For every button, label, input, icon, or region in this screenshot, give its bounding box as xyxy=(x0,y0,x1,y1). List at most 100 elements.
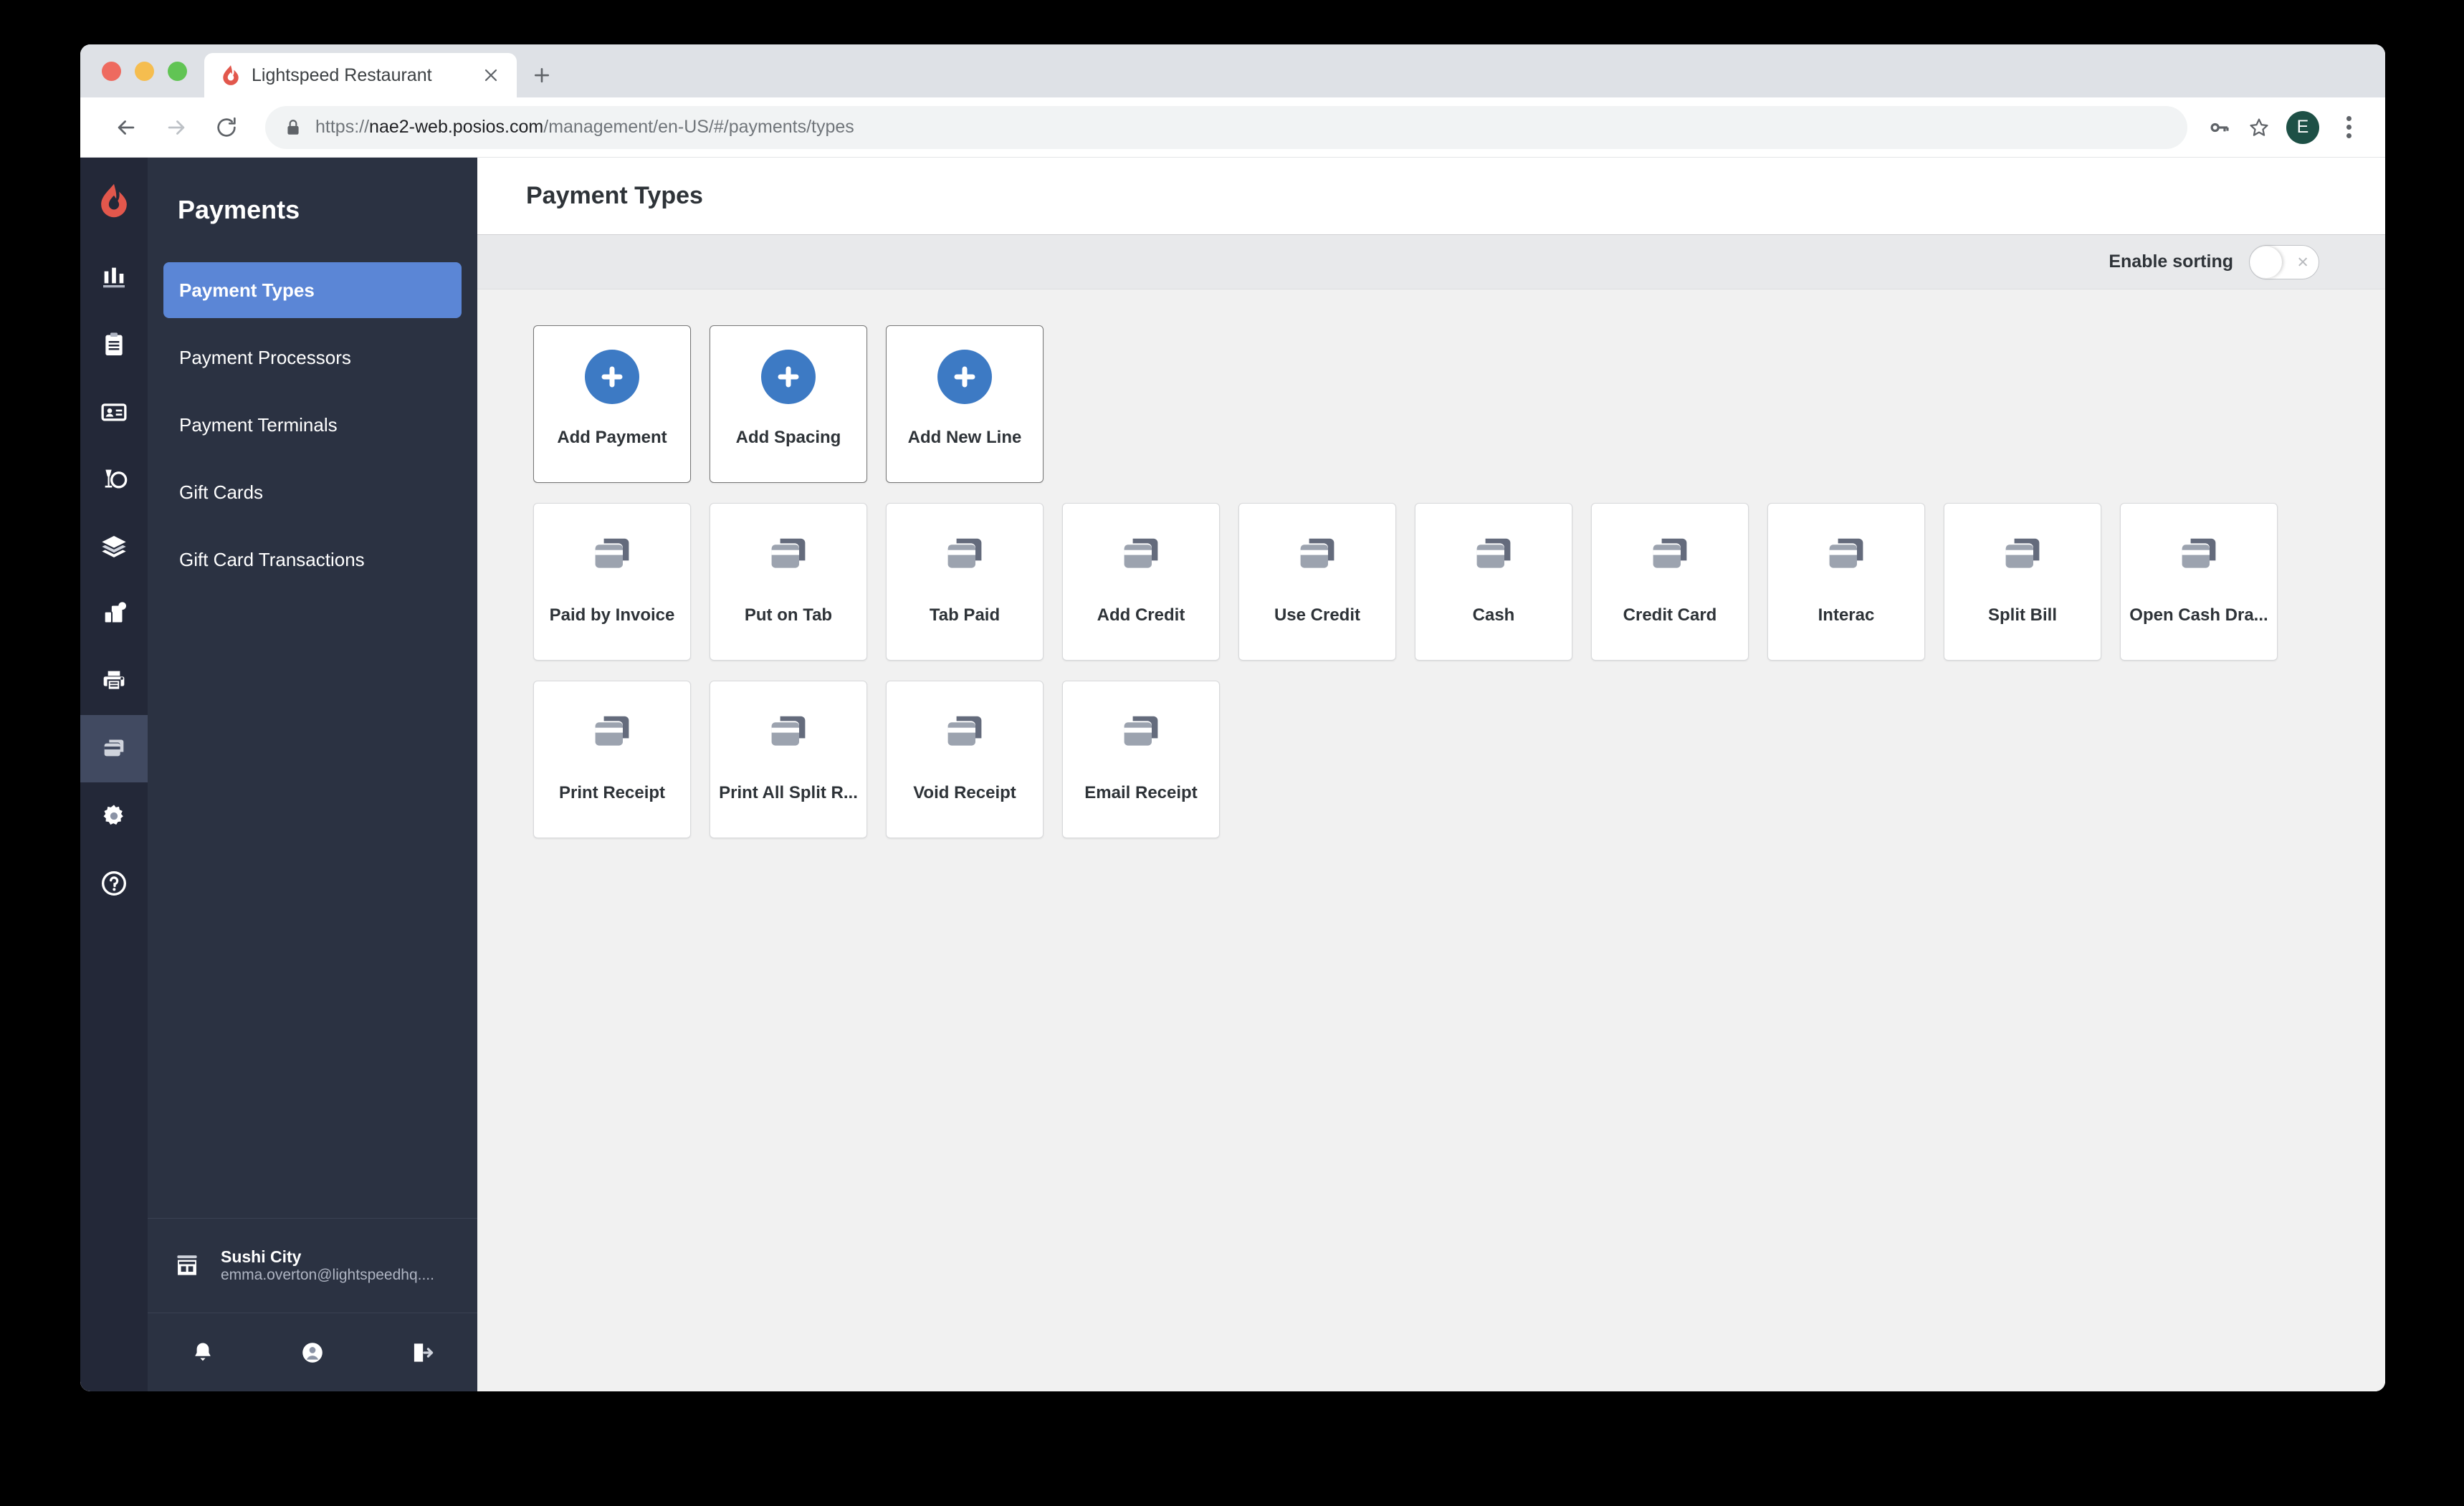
add-new-line-button[interactable]: Add New Line xyxy=(886,325,1044,483)
icon-wrap xyxy=(534,504,690,605)
payment-type-card[interactable]: Use Credit xyxy=(1238,503,1396,661)
sidebar-item-gift-card-transactions[interactable]: Gift Card Transactions xyxy=(163,532,462,587)
close-window-button[interactable] xyxy=(102,61,121,81)
browser-tab[interactable]: Lightspeed Restaurant xyxy=(204,53,517,97)
sidebar-item-payment-processors[interactable]: Payment Processors xyxy=(163,330,462,385)
card-label: Cash xyxy=(1472,605,1515,625)
plus-icon xyxy=(534,67,550,83)
profile-button[interactable] xyxy=(257,1340,367,1366)
sidebar-item-table-service[interactable] xyxy=(80,446,148,513)
add-spacing-button[interactable]: Add Spacing xyxy=(710,325,867,483)
browser-window: Lightspeed Restaurant https://nae2-web.p… xyxy=(80,44,2385,1391)
window-traffic-lights xyxy=(80,44,204,97)
lock-icon xyxy=(287,119,299,135)
reload-button[interactable] xyxy=(205,106,248,149)
browser-toolbar: https://nae2-web.posios.com/management/e… xyxy=(80,97,2385,158)
account-name: Sushi City xyxy=(221,1247,302,1266)
icon-wrap xyxy=(710,326,866,428)
notifications-button[interactable] xyxy=(148,1340,257,1366)
enable-sorting-label: Enable sorting xyxy=(2109,251,2233,272)
toggle-off-mark: × xyxy=(2297,251,2308,272)
sidebar-item-payment-terminals[interactable]: Payment Terminals xyxy=(163,397,462,453)
devices-icon xyxy=(103,602,126,624)
payment-type-card[interactable]: Tab Paid xyxy=(886,503,1044,661)
icon-wrap xyxy=(1944,504,2101,605)
avatar[interactable]: E xyxy=(2286,110,2319,144)
card-label: Add Payment xyxy=(557,428,667,447)
kebab-menu-icon[interactable] xyxy=(2331,107,2367,148)
sidebar-item-menu-management[interactable] xyxy=(80,311,148,378)
glass-plate-icon xyxy=(105,469,128,489)
payment-type-card[interactable]: Print All Split R... xyxy=(710,681,867,838)
card-label: Print Receipt xyxy=(558,783,666,802)
sidebar-item-devices[interactable] xyxy=(80,580,148,648)
new-tab-button[interactable] xyxy=(517,53,567,97)
payment-type-card[interactable]: Open Cash Dra... xyxy=(2120,503,2278,661)
icon-wrap xyxy=(1592,504,1748,605)
maximize-window-button[interactable] xyxy=(168,61,187,81)
sidebar-item-label: Payment Processors xyxy=(179,346,351,368)
page-header: Payment Types xyxy=(477,158,2385,235)
url-text: https://nae2-web.posios.com/management/e… xyxy=(315,117,854,138)
sidebar-item-settings[interactable] xyxy=(80,782,148,850)
card-label: Put on Tab xyxy=(744,605,833,625)
card-label: Add New Line xyxy=(907,428,1022,447)
sidebar-item-reports[interactable] xyxy=(80,244,148,311)
bookmark-star-icon[interactable] xyxy=(2239,107,2279,148)
sidebar-item-inventory[interactable] xyxy=(80,513,148,580)
add-payment-button[interactable]: Add Payment xyxy=(533,325,691,483)
password-key-icon[interactable] xyxy=(2199,107,2239,148)
sidebar-item-gift-cards[interactable]: Gift Cards xyxy=(163,464,462,520)
sidebar-item-label: Gift Cards xyxy=(179,481,264,503)
back-button[interactable] xyxy=(105,106,148,149)
sidebar-item-help[interactable] xyxy=(80,850,148,917)
app-body: Payments Payment Types Payment Processor… xyxy=(80,158,2385,1391)
payment-type-card[interactable]: Void Receipt xyxy=(886,681,1044,838)
sidebar-menu: Payment Types Payment Processors Payment… xyxy=(148,244,477,1218)
sidebar-item-customers[interactable] xyxy=(80,378,148,446)
payment-cards-icon xyxy=(947,538,982,568)
payment-cards-icon xyxy=(771,538,806,568)
sidebar-item-payment-types[interactable]: Payment Types xyxy=(163,262,462,318)
payment-cards-icon xyxy=(1124,538,1158,568)
bell-icon xyxy=(194,1343,211,1361)
payment-type-card[interactable]: Add Credit xyxy=(1062,503,1220,661)
payment-type-card[interactable]: Split Bill xyxy=(1944,503,2101,661)
icon-wrap xyxy=(1768,504,1924,605)
minimize-window-button[interactable] xyxy=(135,61,154,81)
page-title: Payment Types xyxy=(526,182,703,209)
logout-icon xyxy=(414,1343,434,1362)
sidebar-item-payments[interactable] xyxy=(80,715,148,782)
address-bar[interactable]: https://nae2-web.posios.com/management/e… xyxy=(265,105,2187,149)
payment-type-card[interactable]: Email Receipt xyxy=(1062,681,1220,838)
payment-cards-icon xyxy=(771,716,806,746)
sidebar-item-label: Payment Types xyxy=(179,279,315,301)
icon-wrap xyxy=(534,681,690,783)
bar-chart-icon xyxy=(103,267,125,288)
payment-type-card[interactable]: Credit Card xyxy=(1591,503,1749,661)
close-icon[interactable] xyxy=(478,62,504,88)
account-box[interactable]: Sushi City emma.overton@lightspeedhq.... xyxy=(148,1218,477,1313)
url-path: /management/en-US/#/payments/types xyxy=(543,117,854,137)
plus-icon xyxy=(585,350,639,404)
payment-type-card[interactable]: Put on Tab xyxy=(710,503,867,661)
enable-sorting-toggle[interactable]: × xyxy=(2249,244,2319,279)
logout-button[interactable] xyxy=(368,1340,477,1366)
payment-type-card[interactable]: Cash xyxy=(1415,503,1572,661)
payment-type-card[interactable]: Interac xyxy=(1767,503,1925,661)
account-text: Sushi City emma.overton@lightspeedhq.... xyxy=(221,1247,434,1284)
card-label: Print All Split R... xyxy=(719,783,858,802)
payment-cards-icon xyxy=(595,716,629,746)
lightspeed-logo-icon[interactable] xyxy=(80,158,148,244)
payment-cards-icon xyxy=(2182,538,2216,568)
toggle-knob xyxy=(2250,246,2282,278)
forward-button[interactable] xyxy=(155,106,198,149)
payment-type-card[interactable]: Paid by Invoice xyxy=(533,503,691,661)
icon-wrap xyxy=(887,326,1043,428)
storefront-icon xyxy=(177,1255,197,1275)
payment-types-row-1: Paid by Invoice Put on Tab Tab Paid Add … xyxy=(533,503,2385,661)
clipboard-icon xyxy=(105,332,123,355)
card-label: Split Bill xyxy=(1988,605,2057,625)
sidebar-item-printers[interactable] xyxy=(80,648,148,715)
payment-type-card[interactable]: Print Receipt xyxy=(533,681,691,838)
